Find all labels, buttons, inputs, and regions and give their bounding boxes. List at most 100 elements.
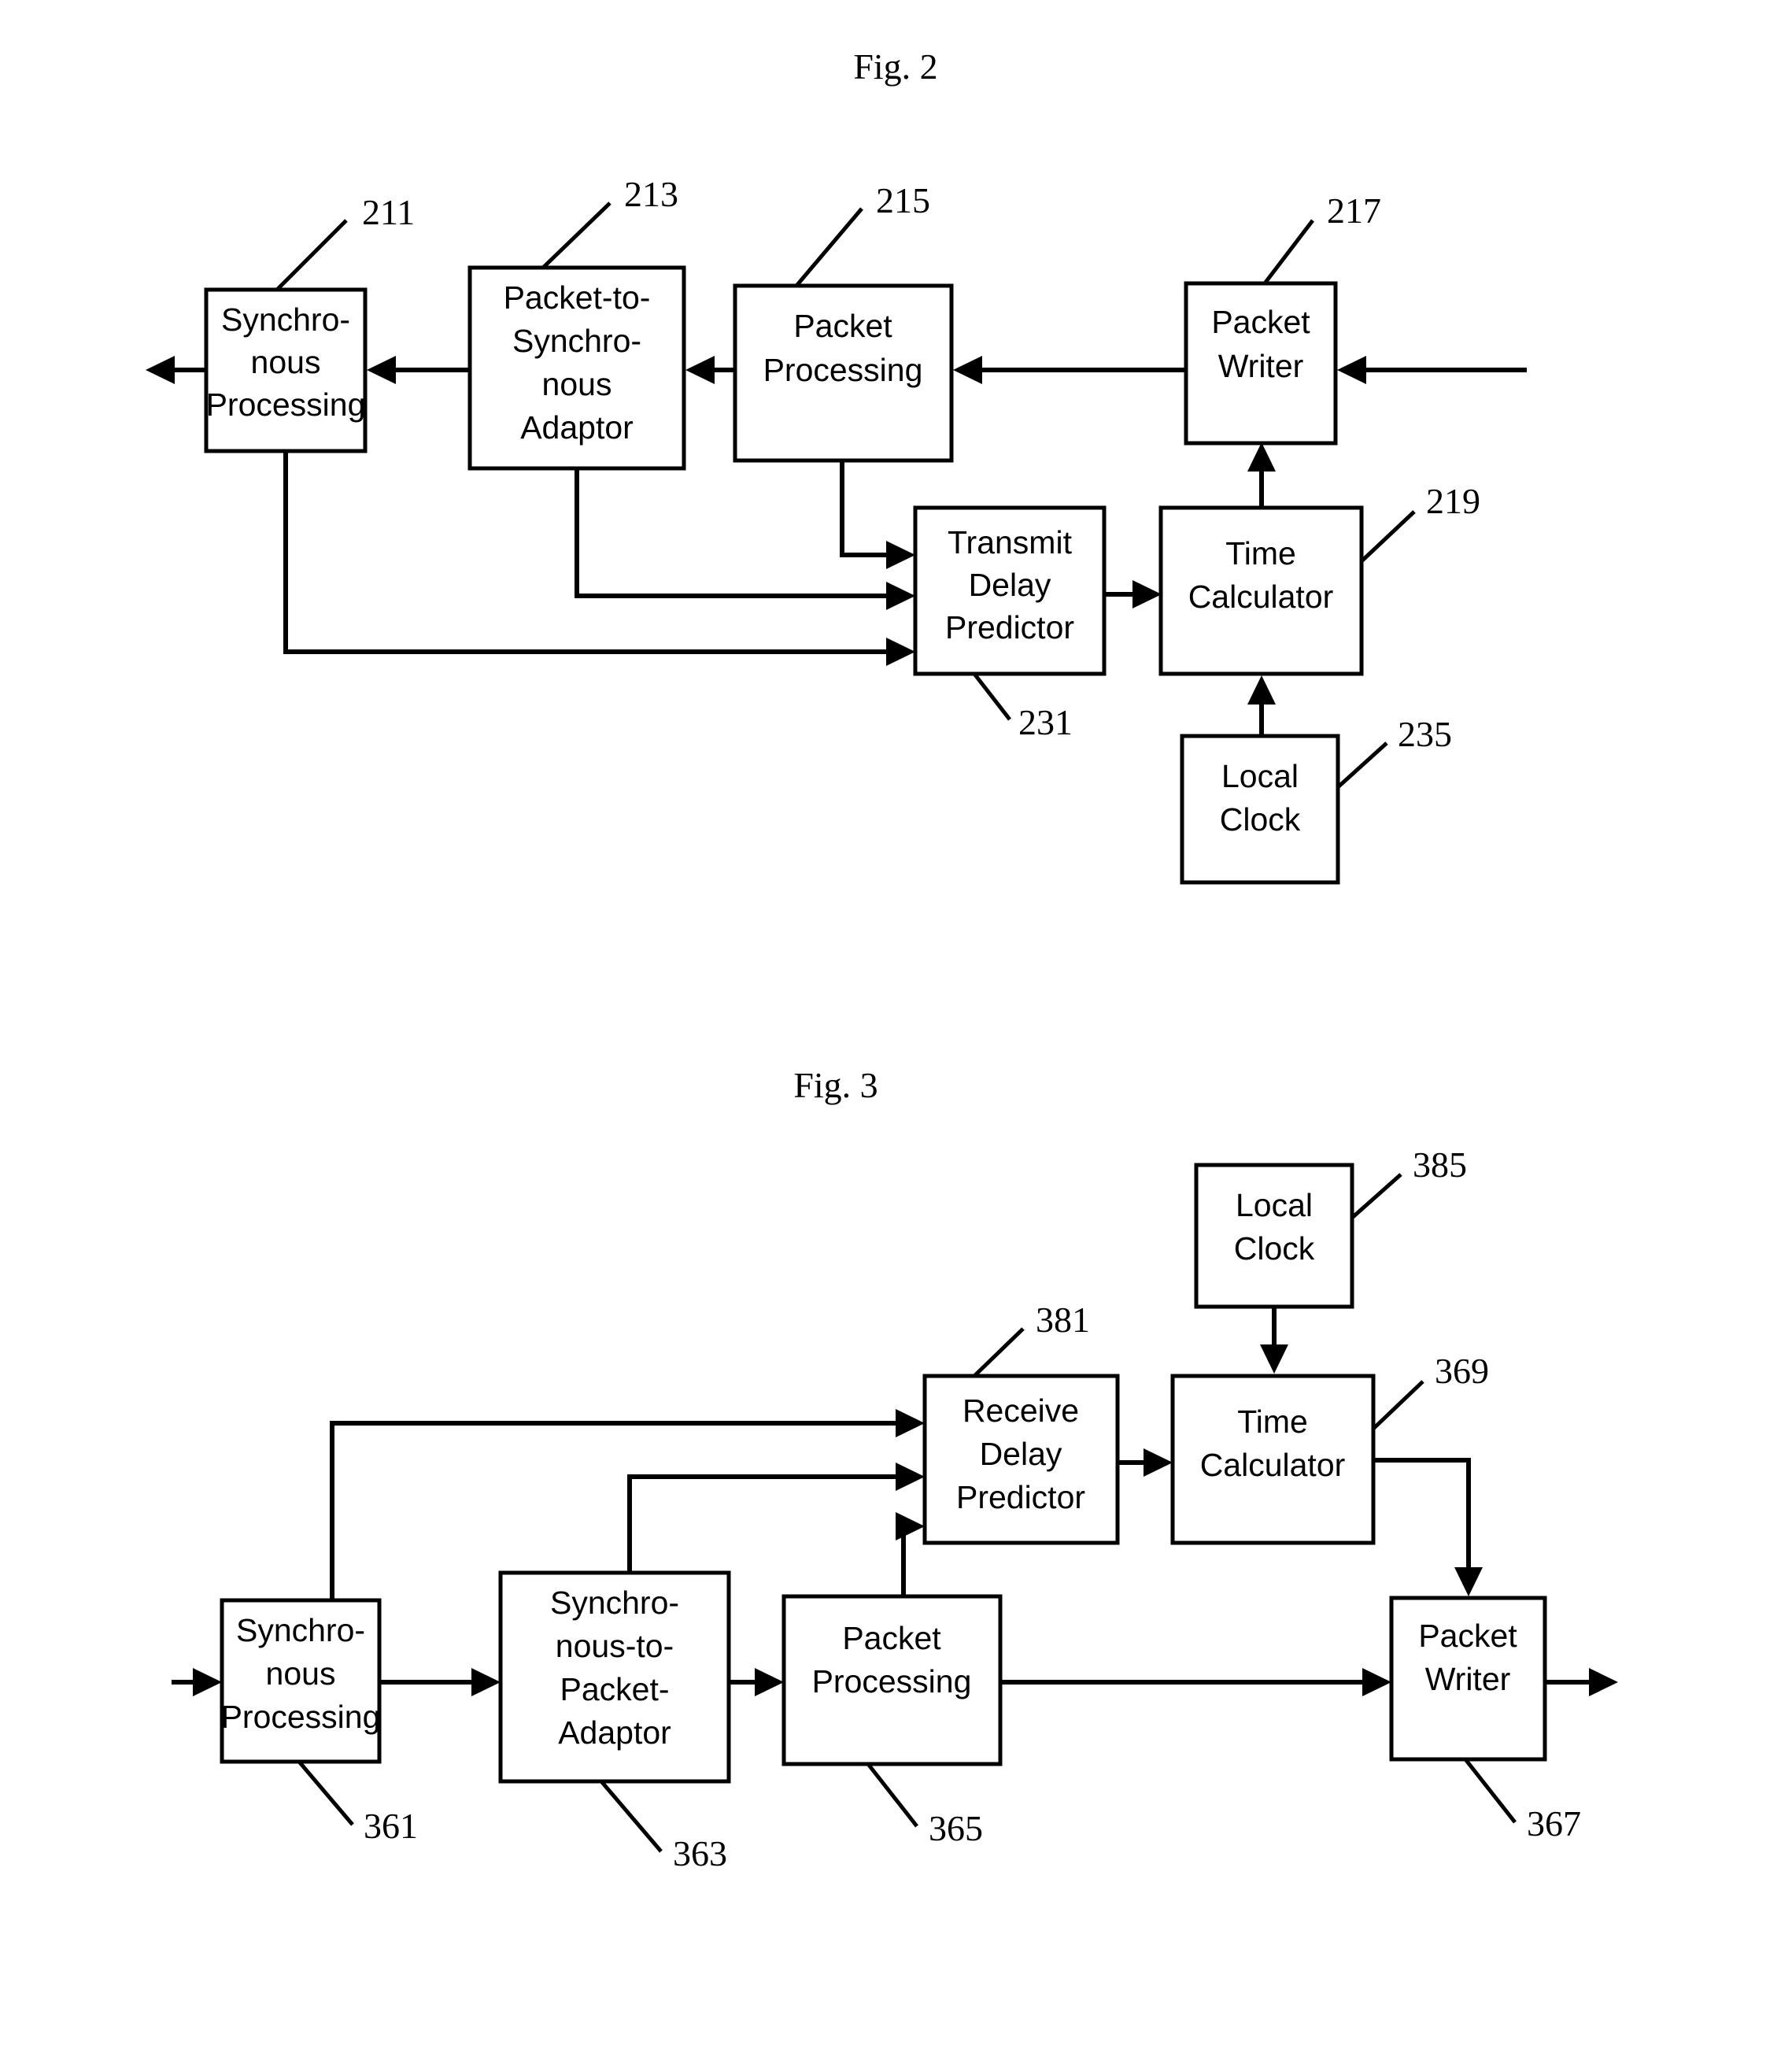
- arrowhead-sync-processing-to-tdp: [886, 638, 915, 666]
- reference-numeral-361: 361: [364, 1806, 418, 1846]
- block-label-line: nous: [266, 1655, 336, 1692]
- connector-time-calculator-to-packet-writer: [1373, 1458, 1471, 1568]
- arrowhead-local-clock-to-time-calculator: [1247, 675, 1276, 705]
- arrowhead-packet-processing-to-rdp: [896, 1512, 925, 1540]
- leader-line-365: [866, 1762, 918, 1828]
- arrowhead-packet-processing-to-adaptor: [685, 356, 715, 384]
- reference-numeral-363: 363: [673, 1833, 727, 1873]
- arrowhead-sync-processing-to-adaptor: [471, 1668, 501, 1696]
- block-label-line: Processing: [221, 1699, 381, 1735]
- arrowhead-adaptor-to-packet-processing: [755, 1668, 784, 1696]
- reference-numeral-365: 365: [929, 1808, 983, 1848]
- leader-line-211: [275, 219, 348, 291]
- patent-figure-sheet: Fig. 2 Synchro- nous Processing 211 Pack…: [0, 0, 1792, 2060]
- block-label-line: Clock: [1234, 1230, 1315, 1267]
- block-label-line: Synchro-: [236, 1612, 365, 1648]
- block-label-line: Clock: [1220, 801, 1301, 838]
- figure-2-group: Fig. 2 Synchro- nous Processing 211 Pack…: [146, 46, 1527, 885]
- block-packet-writer-367[interactable]: Packet Writer: [1389, 1596, 1547, 1762]
- leader-line-219: [1360, 510, 1416, 563]
- reference-numeral-231: 231: [1018, 702, 1073, 742]
- block-label-line: Calculator: [1188, 579, 1334, 615]
- leader-line-215: [795, 207, 863, 287]
- block-label-line: Adaptor: [520, 409, 634, 446]
- block-label-line: Receive: [963, 1392, 1079, 1429]
- arrowhead-packet-processing-to-packet-writer: [1362, 1668, 1391, 1696]
- reference-numeral-213: 213: [624, 174, 678, 214]
- block-sync-to-packet-adaptor-363[interactable]: Synchro- nous-to- Packet- Adaptor: [498, 1570, 731, 1784]
- reference-numeral-369: 369: [1435, 1351, 1489, 1391]
- leader-line-235: [1336, 742, 1388, 789]
- reference-numeral-235: 235: [1398, 714, 1452, 754]
- block-label-line: Writer: [1425, 1661, 1511, 1697]
- arrowhead-rdp-to-time-calculator: [1144, 1448, 1173, 1477]
- arrowhead-packet-writer-output: [1589, 1668, 1618, 1696]
- block-label-line: Packet: [842, 1620, 941, 1656]
- block-packet-processing-215[interactable]: Packet Processing: [733, 283, 954, 463]
- block-label-line: Transmit: [948, 524, 1073, 560]
- arrowhead-external-input-left: [193, 1668, 222, 1696]
- block-label-line: Adaptor: [558, 1714, 671, 1751]
- reference-numeral-211: 211: [362, 192, 415, 232]
- block-label-line: nous: [251, 344, 321, 380]
- arrowhead-adaptor-to-rdp: [896, 1463, 925, 1491]
- block-label-line: Processing: [206, 386, 366, 423]
- arrowhead-external-input-right: [1337, 356, 1366, 384]
- arrowhead-sync-processing-to-rdp: [896, 1409, 925, 1437]
- figure-3-boxes: Local Clock 385 Receive Delay Predictor …: [220, 1145, 1581, 1873]
- block-label-line: Processing: [763, 352, 923, 388]
- block-label-line: Time: [1237, 1404, 1308, 1440]
- block-label-line: Processing: [812, 1663, 972, 1699]
- block-time-calculator-369[interactable]: Time Calculator: [1170, 1374, 1376, 1545]
- connector-sync-processing-to-tdp: [283, 451, 896, 654]
- arrowhead-local-clock-to-time-calculator: [1260, 1344, 1288, 1374]
- block-packet-writer-217[interactable]: Packet Writer: [1184, 281, 1338, 446]
- connector-adaptor-to-rdp: [627, 1474, 906, 1573]
- connector-packet-processing-to-rdp: [901, 1524, 906, 1596]
- block-label-line: Synchro-: [221, 301, 350, 338]
- block-label-line: Synchro-: [512, 323, 641, 359]
- reference-numeral-381: 381: [1036, 1300, 1090, 1340]
- leader-line-381: [973, 1327, 1025, 1378]
- connector-packet-processing-to-tdp: [840, 460, 896, 557]
- block-label-line: nous: [542, 366, 612, 402]
- block-sync-processing-211[interactable]: Synchro- nous Processing: [204, 287, 368, 453]
- leader-line-213: [541, 202, 611, 269]
- reference-numeral-217: 217: [1327, 190, 1381, 231]
- reference-numeral-385: 385: [1413, 1145, 1467, 1185]
- arrowhead-time-calculator-to-packet-writer: [1247, 442, 1276, 472]
- leader-line-385: [1350, 1173, 1402, 1219]
- arrowhead-tdp-to-time-calculator: [1132, 580, 1162, 608]
- leader-line-363: [600, 1780, 663, 1853]
- block-receive-delay-predictor-381[interactable]: Receive Delay Predictor: [922, 1374, 1120, 1545]
- figure-2-caption: Fig. 2: [853, 46, 937, 87]
- block-label-line: nous-to-: [556, 1628, 674, 1664]
- block-packet-to-sync-adaptor-213[interactable]: Packet-to- Synchro- nous Adaptor: [467, 265, 686, 471]
- block-label-line: Packet: [793, 308, 892, 344]
- leader-line-217: [1263, 219, 1314, 285]
- leader-line-369: [1372, 1380, 1424, 1430]
- reference-numeral-367: 367: [1527, 1803, 1581, 1844]
- figure-3-caption: Fig. 3: [793, 1065, 878, 1105]
- block-label-line: Synchro-: [550, 1585, 679, 1621]
- block-local-clock-235[interactable]: Local Clock: [1180, 734, 1340, 885]
- reference-numeral-219: 219: [1426, 481, 1480, 521]
- block-packet-processing-365[interactable]: Packet Processing: [781, 1594, 1003, 1766]
- block-label-line: Writer: [1218, 348, 1304, 384]
- arrowhead-packet-writer-to-packet-processing: [953, 356, 982, 384]
- arrowhead-external-output-left: [146, 356, 175, 384]
- block-sync-processing-361[interactable]: Synchro- nous Processing: [220, 1598, 382, 1764]
- block-label-line: Packet: [1418, 1618, 1517, 1654]
- block-label-line: Packet: [1211, 304, 1310, 340]
- block-label-line: Delay: [980, 1436, 1062, 1472]
- leader-line-367: [1464, 1758, 1517, 1824]
- arrowhead-packet-processing-to-tdp: [886, 541, 915, 569]
- leader-line-231: [973, 672, 1011, 721]
- block-label-line: Calculator: [1200, 1447, 1346, 1483]
- block-transmit-delay-predictor-231[interactable]: Transmit Delay Predictor: [913, 505, 1107, 676]
- arrowhead-adaptor-to-tdp: [886, 582, 915, 610]
- block-local-clock-385[interactable]: Local Clock: [1194, 1163, 1354, 1309]
- block-label-line: Delay: [969, 567, 1051, 603]
- block-time-calculator-219[interactable]: Time Calculator: [1158, 505, 1364, 676]
- block-label-line: Predictor: [945, 609, 1074, 645]
